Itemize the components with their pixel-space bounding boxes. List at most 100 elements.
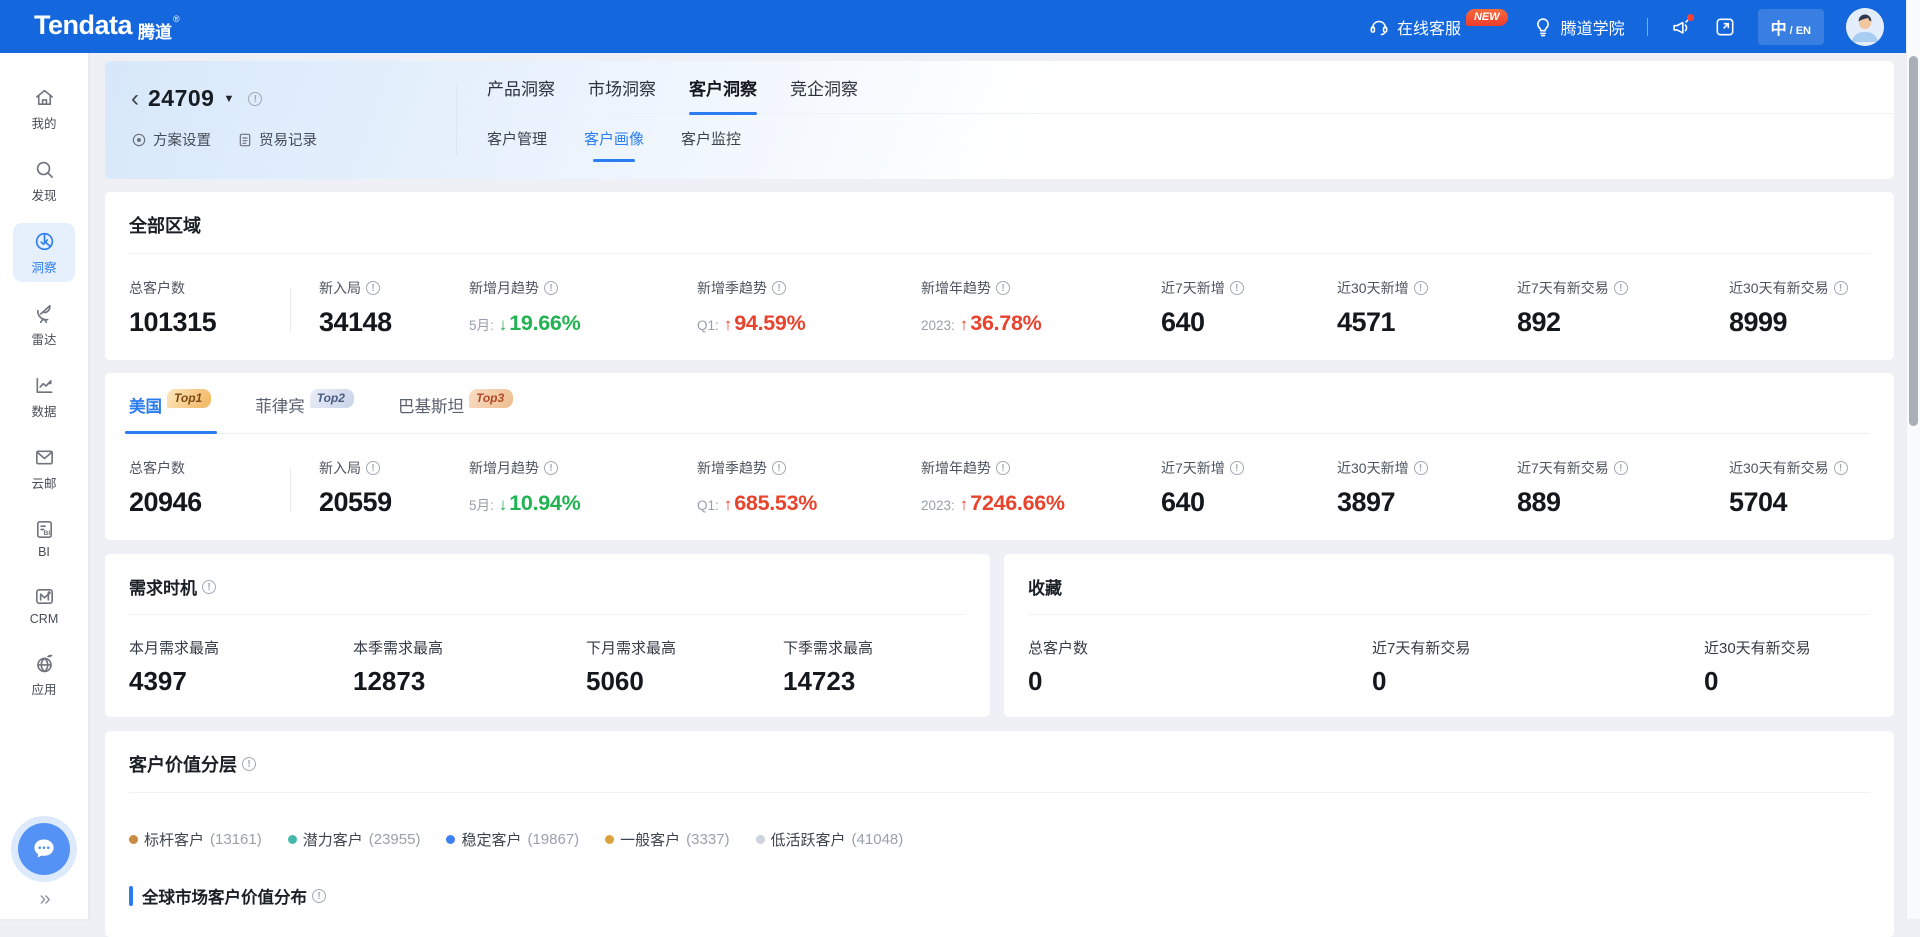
online-service-link[interactable]: 在线客服 NEW	[1368, 15, 1510, 39]
scrollbar-thumb[interactable]	[1909, 56, 1918, 426]
sidebar-item-label: 洞察	[31, 257, 56, 276]
tab-customer-insight[interactable]: 客户洞察	[689, 75, 757, 100]
stat-value: 0	[1028, 666, 1372, 697]
stat-value: 0	[1704, 666, 1870, 697]
info-icon[interactable]	[248, 92, 262, 106]
info-icon[interactable]	[772, 461, 786, 475]
info-icon[interactable]	[202, 580, 216, 594]
sidebar-item-radar[interactable]: 雷达	[13, 295, 75, 354]
info-icon[interactable]	[996, 281, 1010, 295]
subtab-customer-monitor[interactable]: 客户监控	[681, 128, 741, 149]
info-icon[interactable]	[1230, 461, 1244, 475]
section-title: 客户价值分层	[129, 751, 237, 777]
stat-new-7d: 近7天新增 640	[1161, 458, 1337, 518]
page-scrollbar-track[interactable]	[1906, 0, 1920, 919]
subtab-customer-portrait[interactable]: 客户画像	[584, 128, 644, 149]
section-title: 全部区域	[129, 212, 1870, 238]
tab-product-insight[interactable]: 产品洞察	[487, 75, 555, 100]
country-tab-usa[interactable]: 美国 Top1	[129, 393, 211, 417]
stat-fav-trades-7d: 近7天有新交易 0	[1372, 637, 1704, 697]
info-icon[interactable]	[544, 461, 558, 475]
info-icon[interactable]	[1834, 281, 1848, 295]
sidebar-item-mine[interactable]: 我的	[13, 79, 75, 138]
lang-en: EN	[1796, 25, 1811, 37]
legend-item-stable[interactable]: 稳定客户 (19867)	[446, 829, 579, 850]
mail-icon	[33, 446, 56, 469]
back-chevron-icon[interactable]: ‹	[131, 89, 139, 109]
stat-value: 640	[1161, 487, 1337, 518]
sidebar-item-insight[interactable]: 洞察	[13, 223, 75, 282]
info-icon[interactable]	[312, 889, 326, 903]
stat-value: 20946	[129, 487, 319, 518]
country-tab-philippines[interactable]: 菲律宾 Top2	[255, 393, 354, 417]
info-icon[interactable]	[366, 461, 380, 475]
country-name: 美国	[129, 393, 162, 417]
stat-trades-7d: 近7天有新交易 892	[1517, 278, 1729, 338]
country-tab-pakistan[interactable]: 巴基斯坦 Top3	[398, 393, 513, 417]
stat-label: 本月需求最高	[129, 637, 353, 658]
info-icon[interactable]	[772, 281, 786, 295]
tab-competitor-insight[interactable]: 竞企洞察	[790, 75, 858, 100]
card-title: 需求时机	[129, 574, 197, 599]
lang-separator: /	[1790, 25, 1793, 37]
legend-item-low-activity[interactable]: 低活跃客户 (41048)	[756, 829, 904, 850]
svg-text:BI: BI	[43, 530, 50, 537]
stat-new-entrants: 新入局 20559	[319, 458, 469, 518]
info-icon[interactable]	[366, 281, 380, 295]
stat-label: 近30天有新交易	[1729, 278, 1829, 298]
info-icon[interactable]	[242, 757, 256, 771]
trend-value: 94.59%	[734, 311, 805, 336]
legend-item-general[interactable]: 一般客户 (3337)	[605, 829, 729, 850]
stat-label: 近30天新增	[1337, 458, 1409, 478]
info-icon[interactable]	[1834, 461, 1848, 475]
sidebar-collapse-button[interactable]: »	[39, 888, 48, 911]
sidebar-item-bi[interactable]: BI BI	[13, 511, 75, 565]
trend-period: 2023:	[921, 498, 955, 513]
stat-label: 总客户数	[129, 458, 185, 478]
sidebar-item-data[interactable]: 数据	[13, 367, 75, 426]
caret-down-icon[interactable]: ▼	[223, 93, 234, 105]
stat-value: 0	[1372, 666, 1704, 697]
info-icon[interactable]	[1414, 461, 1428, 475]
insight-tabs: 产品洞察 市场洞察 客户洞察 竞企洞察 客户管理 客户画像 客户监控	[457, 61, 1894, 179]
sidebar-item-mail[interactable]: 云邮	[13, 439, 75, 498]
lang-zh: 中	[1771, 15, 1787, 39]
legend-item-potential[interactable]: 潜力客户 (23955)	[288, 829, 421, 850]
trend-value: 7246.66%	[970, 491, 1064, 516]
info-icon[interactable]	[1230, 281, 1244, 295]
academy-link[interactable]: 腾道学院	[1532, 15, 1625, 39]
top-bar: Tendata 腾道 ® 在线客服 NEW 腾道学院 中 / EN	[0, 0, 1906, 53]
legend-count: (23955)	[369, 831, 421, 848]
stat-label: 下月需求最高	[586, 637, 783, 658]
customer-value-tiers-card: 客户价值分层 标杆客户 (13161) 潜力客户 (23955) 稳定客户 (1…	[105, 731, 1894, 937]
subtab-customer-management[interactable]: 客户管理	[487, 128, 547, 149]
trade-records-link[interactable]: 贸易记录	[237, 129, 317, 150]
academy-label: 腾道学院	[1561, 15, 1625, 39]
plan-id-dropdown[interactable]: 24709	[148, 85, 214, 112]
chat-support-button[interactable]	[18, 823, 70, 875]
plan-settings-link[interactable]: 方案设置	[131, 129, 211, 150]
stat-label: 新增季趋势	[697, 458, 767, 478]
legend-item-benchmark[interactable]: 标杆客户 (13161)	[129, 829, 262, 850]
announcement-icon[interactable]	[1670, 16, 1692, 38]
stat-yearly-trend: 新增年趋势 2023:↑36.78%	[921, 278, 1161, 338]
info-icon[interactable]	[1614, 461, 1628, 475]
stat-fav-total: 总客户数 0	[1028, 637, 1372, 697]
info-icon[interactable]	[1614, 281, 1628, 295]
country-name: 巴基斯坦	[398, 393, 464, 417]
info-icon[interactable]	[1414, 281, 1428, 295]
sidebar-item-discover[interactable]: 发现	[13, 151, 75, 210]
info-icon[interactable]	[996, 461, 1010, 475]
language-toggle[interactable]: 中 / EN	[1758, 9, 1824, 45]
sidebar-item-crm[interactable]: CRM	[13, 578, 75, 632]
fullscreen-icon[interactable]	[1714, 16, 1736, 38]
sidebar-item-label: CRM	[30, 612, 58, 626]
logo[interactable]: Tendata 腾道 ®	[34, 10, 180, 43]
trend-value: 19.66%	[509, 311, 580, 336]
info-icon[interactable]	[544, 281, 558, 295]
user-avatar[interactable]	[1846, 8, 1884, 46]
legend-count: (13161)	[210, 831, 262, 848]
sidebar-item-apps[interactable]: 应用	[13, 645, 75, 704]
tab-market-insight[interactable]: 市场洞察	[588, 75, 656, 100]
demand-stats: 本月需求最高 4397 本季需求最高 12873 下月需求最高 5060 下季需…	[129, 637, 966, 697]
